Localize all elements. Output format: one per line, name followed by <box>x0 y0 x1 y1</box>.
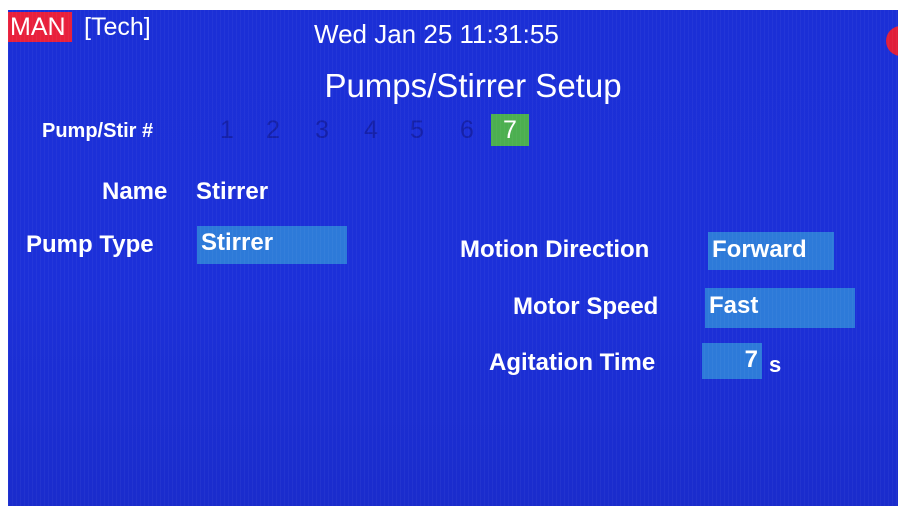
motor-speed-field[interactable]: Fast <box>705 288 855 328</box>
pump-number-2[interactable]: 2 <box>260 114 286 146</box>
status-bar: MAN [Tech] Wed Jan 25 11:31:55 <box>8 10 898 56</box>
datetime-display: Wed Jan 25 11:31:55 <box>314 19 559 49</box>
pump-type-label: Pump Type <box>26 231 154 258</box>
alarm-indicator-icon[interactable] <box>886 26 898 56</box>
page-title: Pumps/Stirrer Setup <box>324 67 622 104</box>
agitation-time-label: Agitation Time <box>489 349 656 376</box>
mode-badge[interactable]: MAN <box>8 12 72 42</box>
agitation-time-field[interactable]: 7 <box>702 343 762 379</box>
motor-speed-label: Motor Speed <box>513 293 659 320</box>
pump-number-1[interactable]: 1 <box>214 114 240 146</box>
pump-number-4[interactable]: 4 <box>358 114 384 146</box>
pump-selector-label: Pump/Stir # <box>42 120 154 142</box>
pump-type-field[interactable]: Stirrer <box>197 226 347 264</box>
motion-direction-label: Motion Direction <box>460 236 650 263</box>
pump-number-6[interactable]: 6 <box>454 114 480 146</box>
pump-number-5[interactable]: 5 <box>404 114 430 146</box>
name-label: Name <box>102 178 168 205</box>
pump-number-7-selected[interactable]: 7 <box>491 114 529 146</box>
pump-number-3[interactable]: 3 <box>309 114 335 146</box>
user-level-label[interactable]: [Tech] <box>84 12 151 42</box>
hmi-screen: MAN [Tech] Wed Jan 25 11:31:55 Pumps/Sti… <box>8 10 898 506</box>
name-value[interactable]: Stirrer <box>196 177 268 207</box>
motion-direction-field[interactable]: Forward <box>708 232 834 270</box>
agitation-time-unit: s <box>769 352 782 377</box>
device-bezel: MAN [Tech] Wed Jan 25 11:31:55 Pumps/Sti… <box>0 0 902 510</box>
